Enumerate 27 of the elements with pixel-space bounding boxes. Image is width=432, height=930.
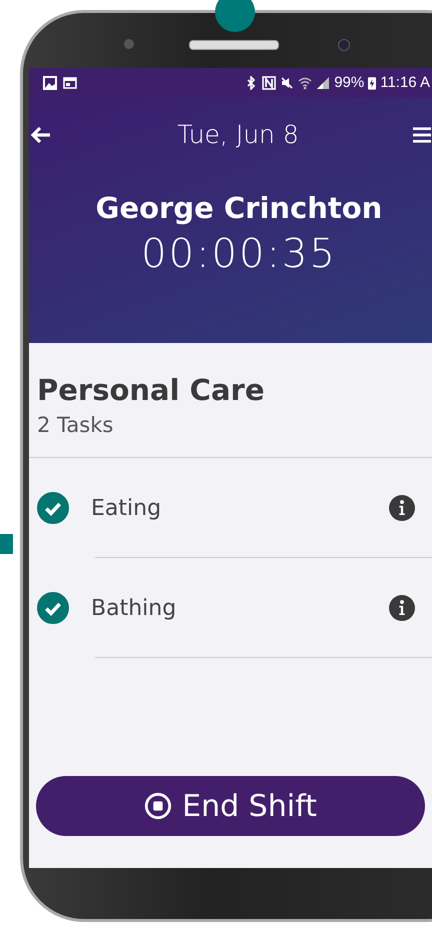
menu-icon[interactable]: [412, 124, 431, 144]
info-icon[interactable]: [389, 495, 415, 521]
task-label[interactable]: Eating: [91, 496, 389, 520]
shift-timer: 00:00:35: [141, 231, 337, 277]
speaker-grille-icon: [189, 40, 279, 50]
check-icon[interactable]: [37, 492, 69, 524]
stop-icon: [144, 792, 172, 820]
mute-icon: [280, 76, 294, 90]
camera-icon: [338, 39, 350, 51]
window-icon: [63, 76, 77, 90]
client-name: George Crinchton: [96, 191, 382, 225]
task-count: 2 Tasks: [37, 413, 114, 437]
section-title: Personal Care: [37, 373, 266, 407]
check-icon[interactable]: [37, 592, 69, 624]
sensor-dot-icon: [124, 39, 134, 49]
battery-icon: [368, 76, 376, 90]
clock-time: 11:16 A: [380, 74, 430, 91]
wifi-icon: [298, 76, 312, 90]
battery-percent: 99%: [334, 74, 364, 91]
task-label[interactable]: Bathing: [91, 596, 389, 620]
signal-icon: [316, 76, 330, 90]
info-icon[interactable]: [389, 595, 415, 621]
marker-square: [0, 534, 13, 554]
nfc-icon: [262, 76, 276, 90]
date-title: Tue, Jun 8: [177, 120, 299, 149]
image-icon: [43, 76, 57, 90]
end-shift-button[interactable]: End Shift: [36, 776, 425, 836]
